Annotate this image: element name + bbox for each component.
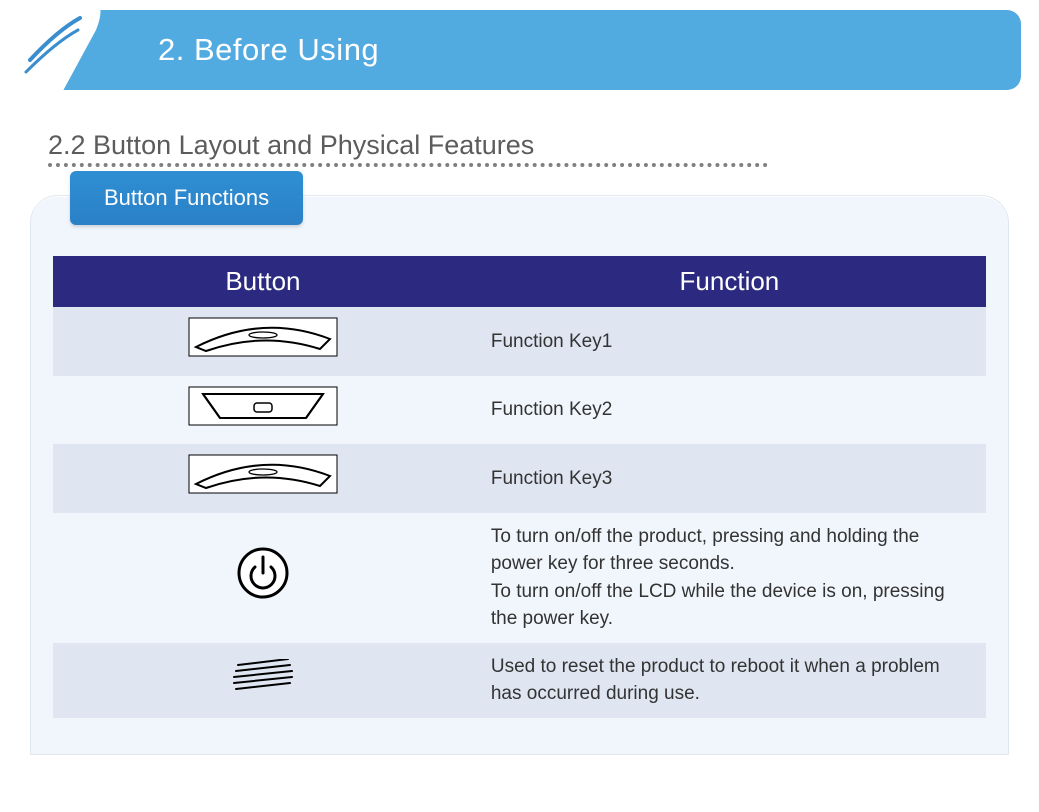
brand-logo-icon — [18, 0, 118, 100]
table-header-function: Function — [473, 256, 986, 307]
table-row: Function Key2 — [53, 376, 986, 445]
section-divider — [48, 163, 768, 167]
power-icon — [53, 513, 473, 643]
cell-function: Function Key2 — [473, 376, 986, 445]
fn1-icon — [53, 307, 473, 376]
content-panel: Button Functions Button Function — [30, 195, 1009, 755]
cell-function: Function Key1 — [473, 307, 986, 376]
button-function-table: Button Function Function Key1 — [53, 256, 986, 718]
panel-tab: Button Functions — [70, 171, 303, 225]
section-title: 2.2 Button Layout and Physical Features — [48, 130, 1039, 161]
table-row: Used to reset the product to reboot it w… — [53, 643, 986, 718]
table-row: To turn on/off the product, pressing and… — [53, 513, 986, 643]
cell-function: Function Key3 — [473, 444, 986, 513]
fn2-icon — [53, 376, 473, 445]
chapter-title: 2. Before Using — [158, 32, 379, 68]
chapter-header: 2. Before Using — [18, 10, 1021, 90]
reset-icon — [53, 643, 473, 718]
cell-function: Used to reset the product to reboot it w… — [473, 643, 986, 718]
table-row: Function Key1 — [53, 307, 986, 376]
table-row: Function Key3 — [53, 444, 986, 513]
table-header-button: Button — [53, 256, 473, 307]
cell-function: To turn on/off the product, pressing and… — [473, 513, 986, 643]
fn3-icon — [53, 444, 473, 513]
